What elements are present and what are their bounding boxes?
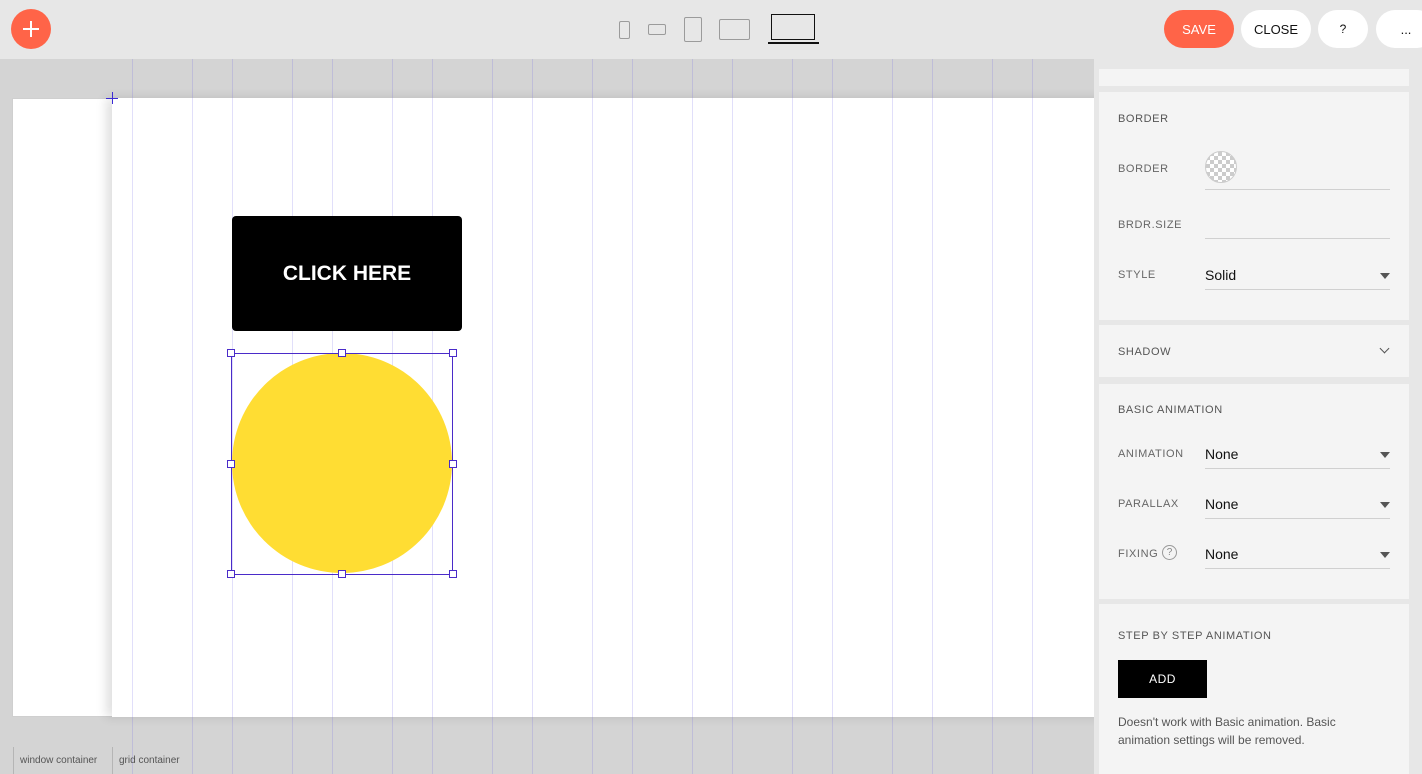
animation-select[interactable]: None bbox=[1205, 446, 1238, 462]
grid-guide-line bbox=[892, 59, 893, 774]
resize-handle-se[interactable] bbox=[449, 570, 457, 578]
tablet-portrait-icon[interactable] bbox=[684, 17, 702, 42]
grid-guide-line bbox=[732, 59, 733, 774]
close-button[interactable]: CLOSE bbox=[1241, 10, 1311, 48]
fixing-select[interactable]: None bbox=[1205, 546, 1238, 562]
parallax-underline bbox=[1205, 518, 1390, 519]
resize-handle-e[interactable] bbox=[449, 460, 457, 468]
shadow-section[interactable]: SHADOW bbox=[1099, 325, 1409, 377]
basic-animation-title: BASIC ANIMATION bbox=[1118, 404, 1223, 416]
grid-guide-line bbox=[132, 59, 133, 774]
save-button[interactable]: SAVE bbox=[1164, 10, 1234, 48]
animation-label: ANIMATION bbox=[1118, 448, 1184, 460]
help-icon[interactable]: ? bbox=[1162, 545, 1177, 560]
grid-guide-line bbox=[192, 59, 193, 774]
step-animation-title: STEP BY STEP ANIMATION bbox=[1118, 630, 1272, 642]
add-element-button[interactable] bbox=[11, 9, 51, 49]
circle-shape-element[interactable] bbox=[232, 353, 452, 573]
grid-guide-line bbox=[232, 59, 233, 774]
border-style-underline bbox=[1205, 289, 1390, 290]
grid-guide-line bbox=[592, 59, 593, 774]
grid-guide-line bbox=[832, 59, 833, 774]
grid-guide-line bbox=[992, 59, 993, 774]
fixing-underline bbox=[1205, 568, 1390, 569]
grid-guide-line bbox=[492, 59, 493, 774]
active-device-indicator bbox=[768, 42, 819, 44]
editor-canvas[interactable]: CLICK HERE window container grid contain… bbox=[0, 59, 1094, 774]
settings-panel: BORDER BORDER BRDR.SIZE STYLE Solid SHAD… bbox=[1094, 59, 1422, 774]
grid-guide-line bbox=[692, 59, 693, 774]
step-animation-section: STEP BY STEP ANIMATION ADD Doesn't work … bbox=[1099, 604, 1409, 774]
border-style-label: STYLE bbox=[1118, 269, 1156, 281]
border-style-select[interactable]: Solid bbox=[1205, 267, 1236, 283]
border-section-title: BORDER bbox=[1118, 113, 1169, 125]
chevron-down-icon[interactable] bbox=[1379, 343, 1390, 354]
grid-guide-line bbox=[632, 59, 633, 774]
chevron-down-icon[interactable] bbox=[1380, 502, 1390, 508]
resize-handle-ne[interactable] bbox=[449, 349, 457, 357]
cta-button-element[interactable]: CLICK HERE bbox=[232, 216, 462, 331]
chevron-down-icon[interactable] bbox=[1380, 273, 1390, 279]
parallax-label: PARALLAX bbox=[1118, 498, 1179, 510]
grid-guide-line bbox=[532, 59, 533, 774]
border-section: BORDER BORDER BRDR.SIZE STYLE Solid bbox=[1099, 92, 1409, 320]
grid-guide-line bbox=[792, 59, 793, 774]
phone-landscape-icon[interactable] bbox=[648, 24, 666, 35]
step-animation-note: Doesn't work with Basic animation. Basic… bbox=[1118, 715, 1336, 747]
basic-animation-section: BASIC ANIMATION ANIMATION None PARALLAX … bbox=[1099, 384, 1409, 599]
border-size-label: BRDR.SIZE bbox=[1118, 219, 1183, 231]
grid-guide-line bbox=[932, 59, 933, 774]
border-color-underline bbox=[1205, 189, 1390, 190]
desktop-icon[interactable] bbox=[771, 14, 815, 40]
resize-handle-w[interactable] bbox=[227, 460, 235, 468]
border-color-swatch[interactable] bbox=[1205, 151, 1237, 183]
resize-handle-sw[interactable] bbox=[227, 570, 235, 578]
parallax-select[interactable]: None bbox=[1205, 496, 1238, 512]
top-toolbar: SAVE CLOSE ? ... bbox=[0, 0, 1422, 59]
window-container-label[interactable]: window container bbox=[13, 747, 97, 774]
chevron-down-icon[interactable] bbox=[1380, 552, 1390, 558]
border-size-input[interactable] bbox=[1205, 238, 1390, 239]
help-button[interactable]: ? bbox=[1318, 10, 1368, 48]
phone-portrait-icon[interactable] bbox=[619, 21, 630, 39]
panel-section-top bbox=[1099, 69, 1409, 86]
resize-handle-nw[interactable] bbox=[227, 349, 235, 357]
shadow-section-title: SHADOW bbox=[1118, 346, 1172, 358]
add-step-animation-button[interactable]: ADD bbox=[1118, 660, 1207, 698]
resize-handle-s[interactable] bbox=[338, 570, 346, 578]
tablet-landscape-icon[interactable] bbox=[719, 19, 750, 40]
border-color-label: BORDER bbox=[1118, 163, 1169, 175]
origin-cross-icon bbox=[106, 92, 118, 104]
animation-underline bbox=[1205, 468, 1390, 469]
grid-guide-line bbox=[1032, 59, 1033, 774]
chevron-down-icon[interactable] bbox=[1380, 452, 1390, 458]
grid-container-label[interactable]: grid container bbox=[112, 747, 180, 774]
more-button[interactable]: ... bbox=[1376, 10, 1422, 48]
resize-handle-n[interactable] bbox=[338, 349, 346, 357]
fixing-label: FIXING bbox=[1118, 548, 1159, 560]
